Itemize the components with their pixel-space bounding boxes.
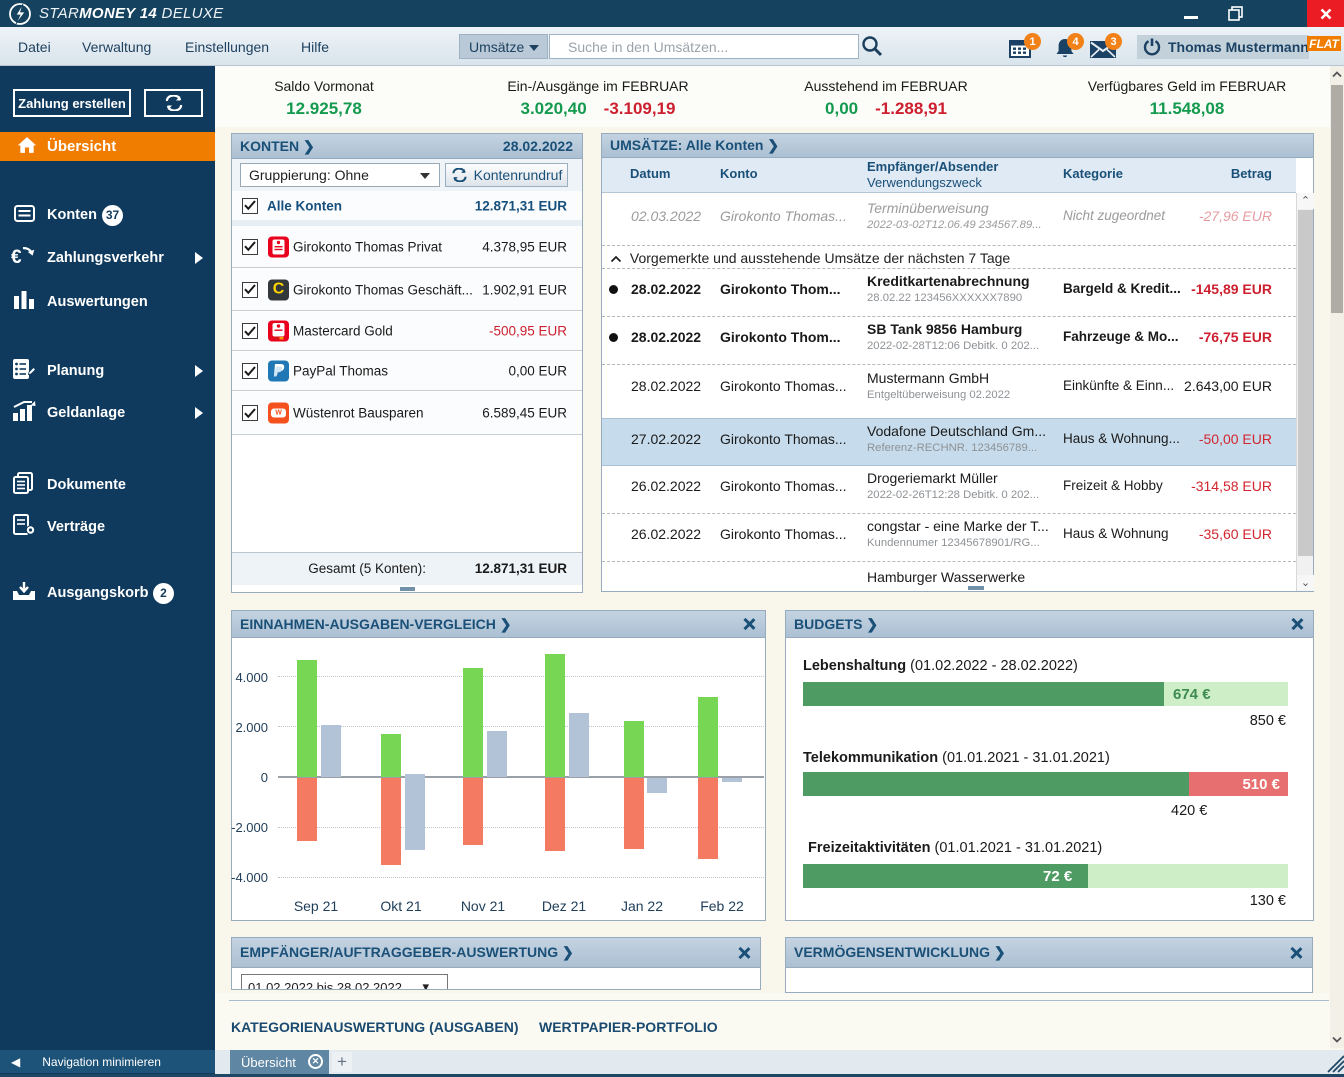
svg-text:€: € bbox=[11, 247, 22, 267]
